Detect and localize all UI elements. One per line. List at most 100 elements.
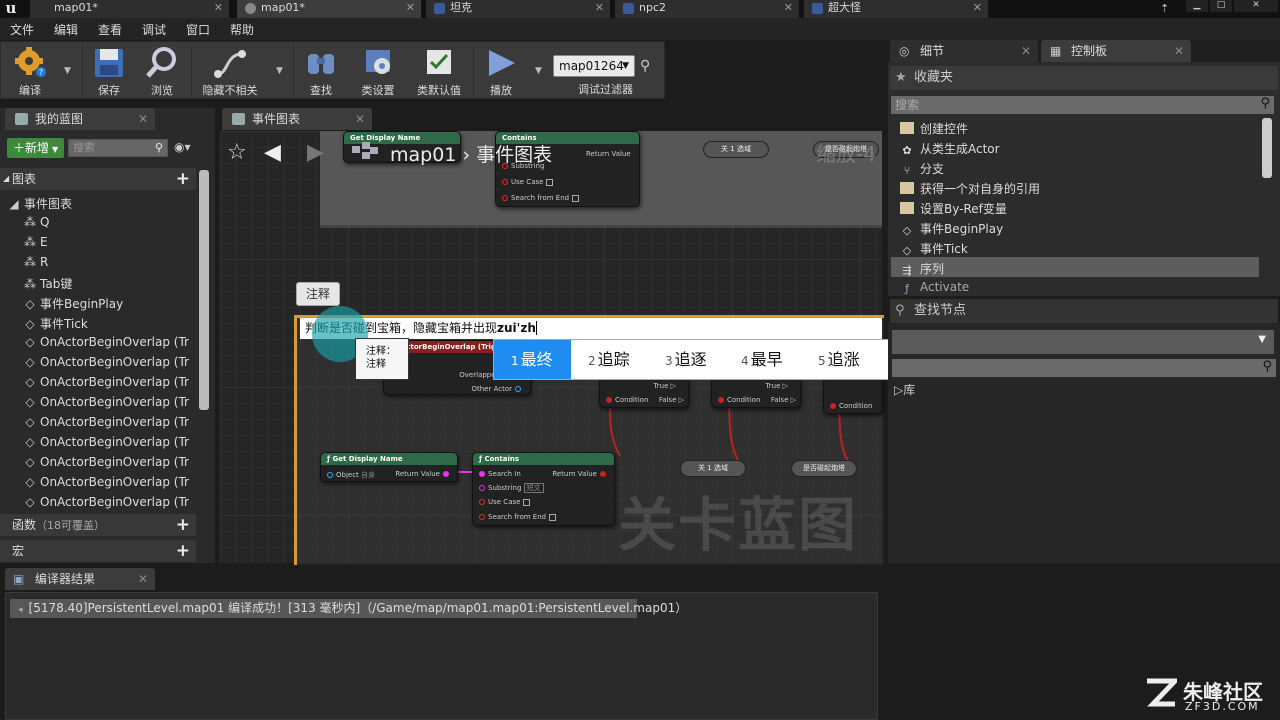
debug-object-select[interactable]: map01264 ▼ bbox=[553, 55, 635, 77]
tab-npc2[interactable]: npc2 ✕ bbox=[615, 0, 800, 18]
play-button[interactable]: 播放 bbox=[477, 44, 525, 98]
fav-branch[interactable]: ⑂ 分支 bbox=[900, 160, 944, 177]
close-icon[interactable]: ✕ bbox=[406, 0, 415, 16]
graphs-section-header[interactable]: ◢ 图表 + bbox=[0, 168, 196, 190]
fav-spawn-actor[interactable]: ✿ 从类生成Actor bbox=[900, 140, 999, 157]
class-settings-button[interactable]: 类设置 bbox=[353, 44, 403, 98]
add-macro-icon[interactable]: + bbox=[176, 540, 190, 562]
ime-candidate-1[interactable]: 1 最终 bbox=[494, 340, 571, 379]
fav-tick[interactable]: ◇ 事件Tick bbox=[900, 240, 968, 257]
hide-unrelated-arrow[interactable]: ▼ bbox=[276, 66, 283, 76]
node-variable-1[interactable]: 关 1 选域 bbox=[680, 460, 746, 477]
fav-activate[interactable]: ƒ Activate bbox=[900, 280, 969, 294]
favorites-search-input[interactable]: 搜索 ⚲ bbox=[891, 96, 1274, 114]
fav-beginplay[interactable]: ◇ 事件BeginPlay bbox=[900, 220, 1003, 237]
add-new-button[interactable]: ＋新增 ▼ bbox=[7, 138, 64, 158]
compiler-message[interactable]: ◂ [5178.40]PersistentLevel.map01 编译成功！[31… bbox=[10, 599, 687, 618]
favorites-header[interactable]: ★ 收藏夹 bbox=[890, 66, 1278, 90]
tab-map01-a[interactable]: map01* ✕ bbox=[30, 0, 230, 18]
find-node-input[interactable]: ⚲ bbox=[892, 359, 1276, 377]
menu-window[interactable]: 窗口 bbox=[186, 21, 210, 38]
node-branch-1[interactable]: True ▷ Condition False ▷ bbox=[599, 378, 689, 408]
close-icon[interactable]: ✕ bbox=[138, 108, 148, 130]
tree-item-overlap[interactable]: ◇ OnActorBeginOverlap (Tr bbox=[24, 495, 196, 509]
tree-item-overlap[interactable]: ◇ OnActorBeginOverlap (Tr bbox=[24, 355, 196, 369]
save-button[interactable]: 保存 bbox=[87, 44, 131, 98]
tab-palette[interactable]: ▦ 控制板 ✕ bbox=[1041, 40, 1191, 62]
close-icon[interactable]: ✕ bbox=[214, 0, 223, 16]
scrollbar[interactable] bbox=[199, 170, 209, 410]
ime-candidate-4[interactable]: 4 最早 bbox=[741, 340, 783, 379]
tree-item-overlap[interactable]: ◇ OnActorBeginOverlap (Tr bbox=[24, 475, 196, 489]
blueprint-search-input[interactable]: 搜索 ⚲ bbox=[68, 139, 168, 157]
find-button[interactable]: 查找 bbox=[299, 44, 343, 98]
hide-unrelated-button[interactable]: 隐藏不相关 bbox=[197, 44, 263, 98]
maximize-button[interactable]: □ bbox=[1210, 0, 1232, 12]
browse-button[interactable]: 浏览 bbox=[139, 44, 185, 98]
tab-details[interactable]: ◎ 细节 ✕ bbox=[890, 40, 1038, 62]
node-branch-3[interactable]: Condition bbox=[823, 378, 883, 414]
functions-section-header[interactable]: 函数（18可覆盖） + bbox=[0, 514, 196, 536]
tree-item-overlap[interactable]: ◇ OnActorBeginOverlap (Tr bbox=[24, 455, 196, 469]
tab-big-monster[interactable]: 超大怪 ✕ bbox=[804, 0, 989, 18]
ime-candidate-2[interactable]: 2 追踪 bbox=[588, 340, 630, 379]
tree-item-overlap[interactable]: ◇ OnActorBeginOverlap (Tr bbox=[24, 335, 196, 349]
compile-options-arrow[interactable]: ▼ bbox=[64, 66, 71, 76]
tree-item-tick[interactable]: ◇ 事件Tick bbox=[24, 315, 196, 332]
ime-candidate-3[interactable]: 3 追逐 bbox=[665, 340, 707, 379]
search-icon[interactable]: ⚲ bbox=[640, 58, 650, 74]
menu-view[interactable]: 查看 bbox=[98, 21, 122, 38]
scrollbar[interactable] bbox=[1262, 118, 1272, 178]
close-icon[interactable]: ✕ bbox=[1174, 40, 1184, 62]
tree-item-overlap[interactable]: ◇ OnActorBeginOverlap (Tr bbox=[24, 415, 196, 429]
tree-item-overlap[interactable]: ◇ OnActorBeginOverlap (Tr bbox=[24, 375, 196, 389]
macros-section-header[interactable]: 宏 + bbox=[0, 540, 196, 562]
tree-item-overlap[interactable]: ◇ OnActorBeginOverlap (Tr bbox=[24, 395, 196, 409]
tab-event-graph[interactable]: 事件图表 ✕ bbox=[222, 108, 372, 130]
tree-item-beginplay[interactable]: ◇ 事件BeginPlay bbox=[24, 295, 196, 312]
add-graph-icon[interactable]: + bbox=[176, 168, 190, 190]
tab-map01-b[interactable]: map01* ✕ bbox=[237, 0, 422, 18]
source-control-icon[interactable]: ⇡ bbox=[1160, 2, 1174, 15]
close-icon[interactable]: ✕ bbox=[784, 0, 793, 16]
checkbox[interactable] bbox=[523, 498, 531, 506]
tab-my-blueprint[interactable]: 我的蓝图 ✕ bbox=[5, 108, 155, 130]
menu-help[interactable]: 帮助 bbox=[230, 21, 254, 38]
close-icon[interactable]: ✕ bbox=[1021, 40, 1031, 62]
close-icon[interactable]: ✕ bbox=[138, 568, 148, 590]
node-branch-2[interactable]: True ▷ Condition False ▷ bbox=[711, 378, 801, 408]
close-icon[interactable]: ✕ bbox=[355, 108, 365, 130]
fav-create-widget[interactable]: 创建控件 bbox=[900, 120, 968, 137]
play-options-arrow[interactable]: ▼ bbox=[535, 66, 542, 76]
tab-tank[interactable]: 坦克 ✕ bbox=[426, 0, 611, 18]
class-defaults-button[interactable]: 类默认值 bbox=[411, 44, 467, 98]
tree-item-e[interactable]: ⁂ E bbox=[24, 235, 196, 249]
tree-item-q[interactable]: ⁂ Q bbox=[24, 215, 196, 229]
tree-item-tab[interactable]: ⁂ Tab键 bbox=[24, 275, 196, 292]
minimize-button[interactable]: ▁ bbox=[1186, 0, 1208, 12]
menu-file[interactable]: 文件 bbox=[10, 21, 34, 38]
fav-set-by-ref[interactable]: 设置By-Ref变量 bbox=[900, 200, 1007, 217]
node-contains[interactable]: ƒ Contains Search In Return Value Substr… bbox=[472, 452, 615, 526]
add-function-icon[interactable]: + bbox=[176, 514, 190, 536]
tree-event-graph[interactable]: ◢ 事件图表 bbox=[8, 195, 180, 212]
find-node-combo[interactable]: ▼ bbox=[892, 330, 1274, 354]
tab-compiler-results[interactable]: ▣ 编译器结果 ✕ bbox=[5, 568, 155, 590]
library-tree-item[interactable]: ▷库 bbox=[894, 381, 915, 398]
substring-field[interactable]: 短文 bbox=[523, 483, 544, 493]
node-get-display-name[interactable]: ƒ Get Display Name Object 自身 Return Valu… bbox=[320, 452, 458, 482]
tree-item-overlap[interactable]: ◇ OnActorBeginOverlap (Tr bbox=[24, 435, 196, 449]
fav-self-reference[interactable]: 获得一个对自身的引用 bbox=[900, 180, 1040, 197]
node-variable-2[interactable]: 是否碰起炮塔 bbox=[791, 460, 857, 477]
eye-visibility-icon[interactable]: ◉▾ bbox=[174, 140, 191, 154]
tree-item-r[interactable]: ⁂ R bbox=[24, 255, 196, 269]
fav-sequence[interactable]: ⇶ 序列 bbox=[900, 260, 944, 277]
checkbox[interactable] bbox=[549, 513, 557, 521]
menu-debug[interactable]: 调试 bbox=[142, 21, 166, 38]
ime-candidate-5[interactable]: 5 追涨 bbox=[818, 340, 860, 379]
menu-edit[interactable]: 编辑 bbox=[54, 21, 78, 38]
close-icon[interactable]: ✕ bbox=[595, 0, 604, 16]
close-icon[interactable]: ✕ bbox=[973, 0, 982, 16]
compile-button[interactable]: ? 编译 bbox=[5, 44, 55, 98]
close-window-button[interactable]: ✕ bbox=[1234, 0, 1278, 12]
